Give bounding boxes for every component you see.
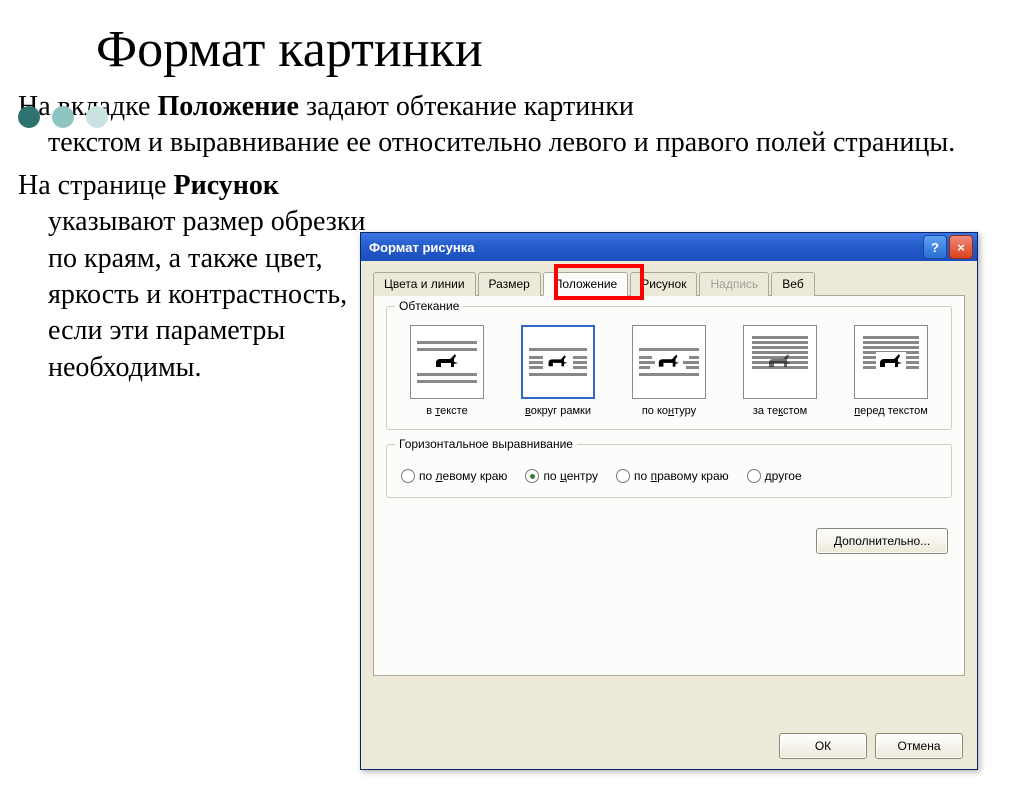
- wrap-label: вокруг рамки: [525, 405, 591, 417]
- wrap-option-square[interactable]: вокруг рамки: [508, 325, 608, 417]
- tab-size[interactable]: Размер: [478, 272, 541, 296]
- radio-align-center[interactable]: по центру: [525, 469, 598, 483]
- radio-icon: [616, 469, 630, 483]
- wrap-label: перед текстом: [854, 405, 928, 417]
- close-button[interactable]: ×: [949, 235, 973, 259]
- text-continuation: текстом и выравнивание ее относительно л…: [48, 125, 1004, 161]
- page-title: Формат картинки: [96, 20, 1024, 79]
- tab-label: Надпись: [710, 277, 758, 291]
- tab-picture[interactable]: Рисунок: [630, 272, 697, 296]
- tab-label: Рисунок: [641, 277, 686, 291]
- group-title: Горизонтальное выравнивание: [395, 437, 577, 451]
- radio-icon: [401, 469, 415, 483]
- tab-colors-lines[interactable]: Цвета и линии: [373, 272, 476, 296]
- dialog-button-bar: ОК Отмена: [779, 733, 963, 759]
- radio-align-left[interactable]: по левому краю: [401, 469, 507, 483]
- group-title: Обтекание: [395, 299, 463, 313]
- tab-web[interactable]: Веб: [771, 272, 814, 296]
- dot: [86, 106, 108, 128]
- bold-text: Положение: [157, 91, 298, 122]
- radio-label: по центру: [543, 469, 598, 483]
- button-label: Дополнительно...: [834, 534, 930, 548]
- radio-icon: [747, 469, 761, 483]
- radio-align-other[interactable]: другое: [747, 469, 802, 483]
- titlebar[interactable]: Формат рисунка ? ×: [361, 233, 977, 261]
- help-button[interactable]: ?: [923, 235, 947, 259]
- dot: [52, 106, 74, 128]
- format-picture-dialog: Формат рисунка ? × Цвета и линии Размер …: [360, 232, 978, 770]
- tab-label: Размер: [489, 277, 530, 291]
- wrap-option-tight[interactable]: по контуру: [619, 325, 719, 417]
- button-label: Отмена: [897, 739, 940, 753]
- wrap-label: по контуру: [642, 405, 696, 417]
- decorative-dots: [18, 106, 108, 128]
- button-label: ОК: [815, 739, 831, 753]
- bold-text: Рисунок: [173, 170, 279, 201]
- dot: [18, 106, 40, 128]
- tab-strip: Цвета и линии Размер Положение Рисунок Н…: [373, 271, 965, 296]
- radio-align-right[interactable]: по правому краю: [616, 469, 729, 483]
- tab-position[interactable]: Положение: [543, 272, 628, 296]
- cancel-button[interactable]: Отмена: [875, 733, 963, 759]
- ok-button[interactable]: ОК: [779, 733, 867, 759]
- group-horizontal-align: Горизонтальное выравнивание по левому кр…: [386, 444, 952, 498]
- wrap-option-front[interactable]: перед текстом: [841, 325, 941, 417]
- wrap-option-behind[interactable]: за текстом: [730, 325, 830, 417]
- close-icon: ×: [957, 240, 965, 255]
- paragraph-1: На вкладке Положение задают обтекание ка…: [18, 89, 1004, 162]
- radio-label: по левому краю: [419, 469, 507, 483]
- group-wrap: Обтекание в тексте: [386, 306, 952, 430]
- tab-label: Цвета и линии: [384, 277, 465, 291]
- tab-caption: Надпись: [699, 272, 769, 296]
- radio-label: по правому краю: [634, 469, 729, 483]
- wrap-label: в тексте: [426, 405, 467, 417]
- tab-panel-position: Обтекание в тексте: [373, 296, 965, 676]
- text-continuation: указывают размер обрезки по краям, а так…: [48, 204, 388, 386]
- radio-icon: [525, 469, 539, 483]
- tab-label: Положение: [554, 277, 617, 291]
- text: задают обтекание картинки: [299, 91, 634, 122]
- more-button[interactable]: Дополнительно...: [816, 528, 948, 554]
- tab-label: Веб: [782, 277, 803, 291]
- wrap-label: за текстом: [753, 405, 807, 417]
- radio-label: другое: [765, 469, 802, 483]
- dialog-title: Формат рисунка: [369, 240, 923, 255]
- text: На странице: [18, 170, 173, 201]
- help-icon: ?: [931, 240, 939, 255]
- wrap-option-inline[interactable]: в тексте: [397, 325, 497, 417]
